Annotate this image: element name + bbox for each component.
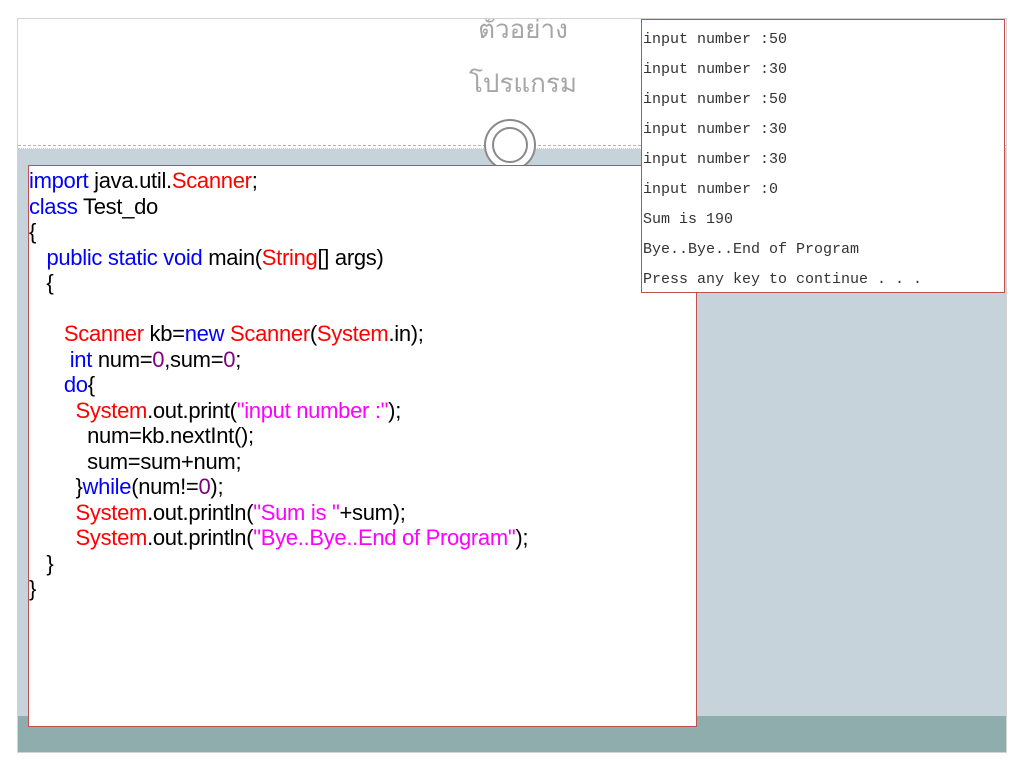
code-token: int <box>69 346 93 372</box>
console-line: input number :30 <box>643 151 788 168</box>
code-token: "Sum is " <box>253 499 340 525</box>
code-line: } <box>29 576 696 602</box>
code-token: } <box>29 576 37 601</box>
console-line: Sum is 190 <box>643 211 734 228</box>
code-line: public static void main(String[] args) <box>29 245 696 271</box>
code-token: public static void <box>46 244 203 270</box>
code-token: class <box>29 193 78 219</box>
code-line: import java.util.Scanner; <box>29 168 696 194</box>
code-line: do{ <box>29 372 696 398</box>
code-token: ); <box>515 525 529 550</box>
code-token: .out.println( <box>147 499 254 525</box>
code-token: import <box>29 168 89 193</box>
code-token: System <box>75 499 148 525</box>
slide-title-line-2: โปรแกรม <box>468 69 578 99</box>
slide: ตัวอย่าง โปรแกรม import java.util.Scanne… <box>17 18 1007 753</box>
code-token: Scanner <box>63 321 144 346</box>
console-line: Press any key to continue . . . <box>643 271 923 288</box>
code-token: (num!= <box>131 474 199 499</box>
code-token: kb= <box>143 321 186 346</box>
code-token: do <box>63 372 88 397</box>
code-token: ,sum= <box>164 346 224 372</box>
code-token: ); <box>210 474 224 499</box>
code-token: .in); <box>388 321 424 346</box>
code-line: } <box>29 551 696 577</box>
code-token: ; <box>235 346 242 372</box>
code-token: Test_do <box>77 193 158 219</box>
code-token: .out.print( <box>147 397 237 423</box>
code-token: 0 <box>223 346 236 372</box>
code-token: { <box>87 372 95 397</box>
code-token: { <box>29 219 37 244</box>
code-token: +sum); <box>339 499 406 525</box>
slide-title-line-1: ตัวอย่าง <box>478 18 568 45</box>
code-line: System.out.println("Sum is "+sum); <box>29 500 696 526</box>
code-token: "input number :" <box>236 397 389 423</box>
code-token: System <box>316 321 389 346</box>
code-line: sum=sum+num; <box>29 449 696 475</box>
console-line: Bye..Bye..End of Program <box>643 241 860 258</box>
code-token: .out.println( <box>147 525 254 550</box>
code-line: Scanner kb=new Scanner(System.in); <box>29 321 696 347</box>
code-line: num=kb.nextInt(); <box>29 423 696 449</box>
code-token: 0 <box>152 346 165 372</box>
code-token: sum=sum+num; <box>29 448 242 474</box>
code-token: } <box>29 550 54 576</box>
console-line: input number :50 <box>643 31 788 48</box>
circle-ornament-icon <box>484 119 536 171</box>
code-line: int num=0,sum=0; <box>29 347 696 373</box>
code-token: 0 <box>198 474 211 499</box>
console-line: input number :0 <box>643 181 779 198</box>
code-token: ( <box>309 321 317 346</box>
code-line: { <box>29 270 696 296</box>
code-token: Scanner <box>230 321 310 346</box>
code-token: while <box>82 474 132 499</box>
code-token: String <box>261 244 318 270</box>
code-token: System <box>75 525 148 550</box>
code-token: System <box>75 397 148 423</box>
code-token: main( <box>202 244 262 270</box>
code-line: System.out.println("Bye..Bye..End of Pro… <box>29 525 696 551</box>
code-token: new <box>184 321 225 346</box>
console-line: input number :30 <box>643 121 788 138</box>
code-line: }while(num!=0); <box>29 474 696 500</box>
code-line: class Test_do <box>29 194 696 220</box>
code-listing: import java.util.Scanner; class Test_do{ … <box>28 165 697 727</box>
code-token: { <box>29 270 54 295</box>
code-token: Scanner <box>171 168 252 193</box>
code-token: java.util. <box>88 168 172 193</box>
console-line: input number :50 <box>643 91 788 108</box>
code-token: ; <box>251 168 258 193</box>
code-token: } <box>29 474 83 499</box>
code-token: ); <box>388 397 402 423</box>
code-token: [] args) <box>317 244 384 270</box>
code-token: num= <box>92 346 153 372</box>
code-line: { <box>29 219 696 245</box>
code-token: "Bye..Bye..End of Program" <box>253 525 516 550</box>
console-output: input number :50 input number :30 input nu… <box>641 19 1005 293</box>
console-line: input number :30 <box>643 61 788 78</box>
code-line: System.out.print("input number :"); <box>29 398 696 424</box>
code-token: num=kb.nextInt(); <box>29 423 254 448</box>
